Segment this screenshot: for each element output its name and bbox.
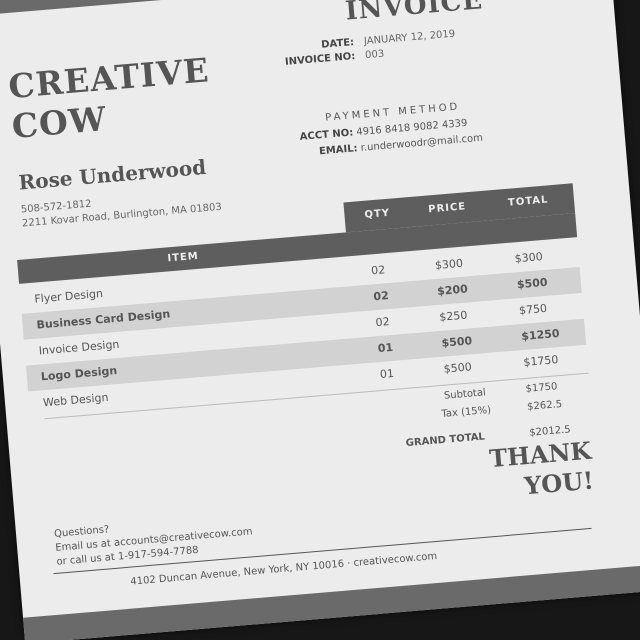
company-logo-text: CREATIVE COW — [7, 42, 313, 147]
invoice-number-value: 003 — [364, 48, 385, 62]
bottom-band — [23, 564, 640, 640]
row-price: $500 — [443, 360, 473, 376]
client-name: Rose Underwood — [17, 154, 207, 195]
row-qty: 02 — [370, 263, 386, 278]
row-item: Business Card Design — [36, 307, 171, 332]
row-total: $1750 — [522, 353, 559, 369]
row-total: $1250 — [520, 326, 560, 344]
tax-value: $262.5 — [526, 398, 563, 413]
row-item: Invoice Design — [38, 337, 120, 358]
row-total: $300 — [514, 250, 544, 266]
row-qty: 02 — [372, 289, 390, 304]
row-qty: 01 — [377, 340, 394, 356]
acct-label: ACCT NO: — [299, 127, 354, 143]
grand-total-value: $2012.5 — [528, 424, 572, 439]
contact-line-1: Questions? — [53, 524, 110, 540]
thank-you-heading: THANK YOU! — [450, 436, 595, 508]
row-total: $500 — [516, 275, 548, 292]
row-item: Web Design — [42, 390, 109, 410]
subtotal-label: Subtotal — [443, 387, 487, 402]
brand-line-1: CREATIVE — [6, 50, 211, 107]
date-value: JANUARY 12, 2019 — [363, 28, 456, 48]
row-price: $300 — [434, 256, 464, 273]
invoice-title: INVOICE — [344, 0, 485, 27]
invoice-paper: CREATIVE COW INVOICE DATE: JANUARY 12, 20… — [0, 0, 640, 640]
photo-background: CREATIVE COW INVOICE DATE: JANUARY 12, 20… — [0, 0, 640, 640]
top-band — [0, 0, 611, 16]
row-item: Logo Design — [40, 364, 118, 384]
subtotal-value: $1750 — [525, 381, 558, 395]
email-label: EMAIL: — [318, 143, 359, 158]
row-total: $750 — [518, 301, 548, 318]
row-price: $250 — [438, 308, 468, 324]
brand-line-2: COW — [10, 99, 109, 146]
row-price: $500 — [441, 334, 473, 350]
thank-line-2: YOU! — [523, 465, 595, 501]
row-qty: 01 — [379, 366, 395, 382]
header-qty: QTY — [364, 207, 391, 221]
tax-label: Tax (15%) — [441, 404, 492, 421]
row-price: $200 — [436, 282, 469, 298]
row-item: Flyer Design — [33, 286, 104, 306]
row-qty: 02 — [375, 315, 391, 330]
